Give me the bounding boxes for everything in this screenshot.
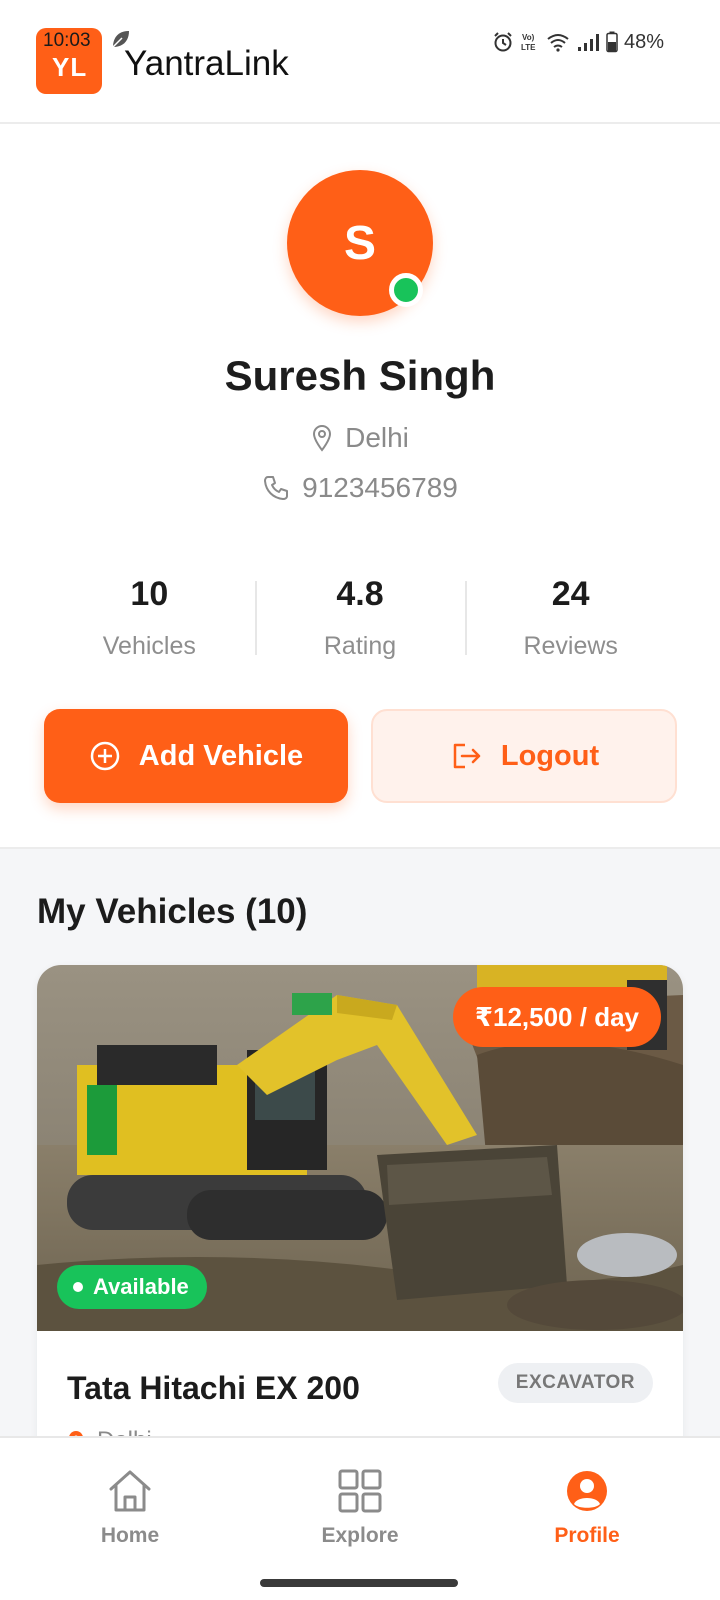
location-pin-icon <box>313 425 332 452</box>
svg-text:LTE: LTE <box>521 43 536 52</box>
app-title: YantraLink <box>124 44 289 83</box>
nav-explore-label: Explore <box>321 1524 399 1547</box>
app-header: 10:03 YL YantraLink Vo) LTE 48% <box>0 0 720 124</box>
nav-home[interactable]: Home <box>50 1468 210 1548</box>
vehicle-name: Tata Hitachi EX 200 <box>67 1370 360 1406</box>
nav-home-label: Home <box>100 1524 160 1547</box>
online-status-indicator <box>389 273 423 307</box>
add-vehicle-label: Add Vehicle <box>138 739 304 772</box>
phone-text: 9123456789 <box>302 472 458 503</box>
my-vehicles-section: My Vehicles (10) ₹12,500 / day Available… <box>0 847 720 1485</box>
stat-vehicles: 10 Vehicles <box>44 575 255 660</box>
add-vehicle-button[interactable]: Add Vehicle <box>44 709 348 803</box>
stat-value: 10 <box>130 575 169 613</box>
status-dot-icon <box>73 1282 83 1292</box>
logout-label: Logout <box>500 739 600 772</box>
vehicle-card[interactable]: ₹12,500 / day Available Tata Hitachi EX … <box>37 965 683 1485</box>
battery-icon <box>606 31 618 53</box>
home-indicator-bar[interactable] <box>260 1579 458 1587</box>
section-title: My Vehicles (10) <box>37 892 308 931</box>
plus-circle-icon <box>90 741 120 771</box>
phone-icon <box>264 476 289 500</box>
home-icon <box>109 1470 151 1512</box>
vehicle-type-badge: EXCAVATOR <box>497 1363 653 1403</box>
bottom-navigation: Home Explore Profile <box>0 1436 720 1600</box>
status-bar-icons: Vo) LTE 48% <box>492 28 664 56</box>
stat-label: Rating <box>323 632 397 660</box>
price-badge: ₹12,500 / day <box>452 987 661 1047</box>
app-logo[interactable]: 10:03 YL <box>36 28 102 94</box>
logout-button[interactable]: Logout <box>371 709 677 803</box>
svg-text:Vo): Vo) <box>522 33 535 42</box>
battery-percent: 48% <box>623 30 664 53</box>
location-text: Delhi <box>345 422 409 453</box>
signal-icon <box>577 34 599 51</box>
stat-reviews: 24 Reviews <box>465 575 676 660</box>
grid-icon <box>338 1469 382 1513</box>
alarm-icon <box>494 32 512 52</box>
nav-profile[interactable]: Profile <box>507 1468 667 1548</box>
profile-location: Delhi <box>0 422 720 454</box>
avatar-initial: S <box>343 216 376 270</box>
wifi-icon <box>547 34 569 52</box>
stat-label: Vehicles <box>102 632 196 660</box>
profile-phone: 9123456789 <box>0 472 720 504</box>
profile-name: Suresh Singh <box>224 352 496 399</box>
nav-profile-label: Profile <box>554 1524 620 1547</box>
profile-stats: 10 Vehicles 4.8 Rating 24 Reviews <box>44 575 676 660</box>
availability-text: Available <box>93 1274 189 1299</box>
volte-icon: Vo) LTE <box>521 33 536 52</box>
logo-text: YL <box>52 52 88 82</box>
logout-icon <box>453 743 481 769</box>
stat-label: Reviews <box>523 632 618 660</box>
stat-value: 24 <box>551 575 590 613</box>
nav-explore[interactable]: Explore <box>280 1468 440 1548</box>
profile-icon <box>567 1471 607 1511</box>
stat-rating: 4.8 Rating <box>254 575 466 660</box>
status-time: 10:03 <box>43 30 91 51</box>
stat-value: 4.8 <box>336 575 384 613</box>
availability-badge: Available <box>57 1265 207 1309</box>
